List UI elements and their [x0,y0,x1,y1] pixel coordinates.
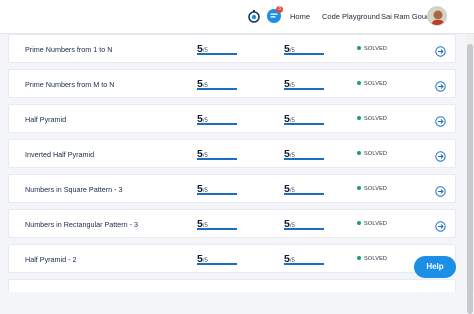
score-attempt: 5/5 [197,74,237,94]
list-item[interactable]: Numbers in Rectangular Pattern - 3 5/5 5… [8,209,456,238]
problem-name: Half Pyramid - 2 [25,255,77,264]
score-progress-bar [284,158,324,160]
status-badge: SOLVED [357,185,387,192]
problem-name: Prime Numbers from 1 to N [25,45,113,54]
top-header: 3 Home Code Playground Sai Ram Goud [0,0,474,34]
problem-name: Numbers in Square Pattern - 3 [25,185,123,194]
problem-name: Half Pyramid [25,115,67,124]
score-best: 5/5 [284,249,324,269]
user-name[interactable]: Sai Ram Goud [381,12,430,21]
solved-dot-icon [357,220,361,225]
list-item-partial [8,279,456,292]
status-badge: SOLVED [357,115,387,122]
help-button[interactable]: Help [414,256,456,278]
list-item[interactable]: Prime Numbers from 1 to N 5/5 5/5 SOLVED [8,34,456,63]
open-arrow-icon[interactable] [435,114,446,127]
status-badge: SOLVED [357,80,387,87]
score-attempt: 5/5 [197,144,237,164]
avatar[interactable] [427,6,447,26]
list-item[interactable]: Inverted Half Pyramid 5/5 5/5 SOLVED [8,139,456,168]
score-best: 5/5 [284,214,324,234]
list-item[interactable]: Half Pyramid 5/5 5/5 SOLVED [8,104,456,133]
score-progress-bar [284,53,324,55]
problem-name: Inverted Half Pyramid [25,150,95,159]
status-badge: SOLVED [357,255,387,262]
score-best: 5/5 [284,144,324,164]
solved-dot-icon [357,185,361,190]
score-progress-bar [197,193,237,195]
list-item[interactable]: Half Pyramid - 2 5/5 5/5 SOLVED [8,244,456,273]
score-progress-bar [284,263,324,265]
open-arrow-icon[interactable] [435,44,446,57]
solved-dot-icon [357,150,361,155]
score-progress-bar [197,158,237,160]
open-arrow-icon[interactable] [435,149,446,162]
problem-name: Numbers in Rectangular Pattern - 3 [25,220,139,229]
score-progress-bar [284,123,324,125]
score-best: 5/5 [284,39,324,59]
score-attempt: 5/5 [197,214,237,234]
notification-badge: 3 [276,6,283,13]
status-badge: SOLVED [357,220,387,227]
nav-code-playground-link[interactable]: Code Playground [322,12,380,21]
timer-icon[interactable] [246,8,262,24]
score-attempt: 5/5 [197,179,237,199]
solved-dot-icon [357,80,361,85]
score-attempt: 5/5 [197,39,237,59]
problem-name: Prime Numbers from M to N [25,80,115,89]
nav-home-link[interactable]: Home [290,12,310,21]
list-item[interactable]: Numbers in Square Pattern - 3 5/5 5/5 SO… [8,174,456,203]
score-progress-bar [284,193,324,195]
score-progress-bar [197,123,237,125]
score-best: 5/5 [284,179,324,199]
score-progress-bar [197,88,237,90]
score-best: 5/5 [284,109,324,129]
score-progress-bar [197,53,237,55]
solved-dot-icon [357,115,361,120]
score-progress-bar [284,88,324,90]
score-progress-bar [284,228,324,230]
scrollbar-thumb[interactable] [467,44,473,314]
score-progress-bar [197,263,237,265]
open-arrow-icon[interactable] [435,184,446,197]
list-item[interactable]: Prime Numbers from M to N 5/5 5/5 SOLVED [8,69,456,98]
open-arrow-icon[interactable] [435,79,446,92]
score-attempt: 5/5 [197,249,237,269]
scrollbar[interactable] [466,34,474,314]
score-attempt: 5/5 [197,109,237,129]
score-best: 5/5 [284,74,324,94]
open-arrow-icon[interactable] [435,219,446,232]
score-progress-bar [197,228,237,230]
status-badge: SOLVED [357,45,387,52]
solved-dot-icon [357,255,361,260]
status-badge: SOLVED [357,150,387,157]
solved-dot-icon [357,45,361,50]
